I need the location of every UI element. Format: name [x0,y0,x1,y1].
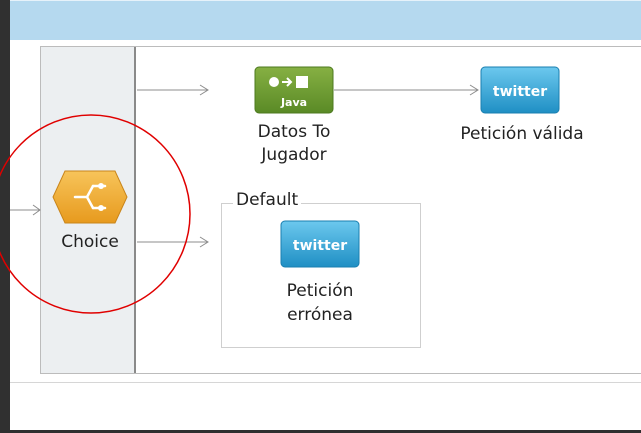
highlight-circle [0,114,191,314]
